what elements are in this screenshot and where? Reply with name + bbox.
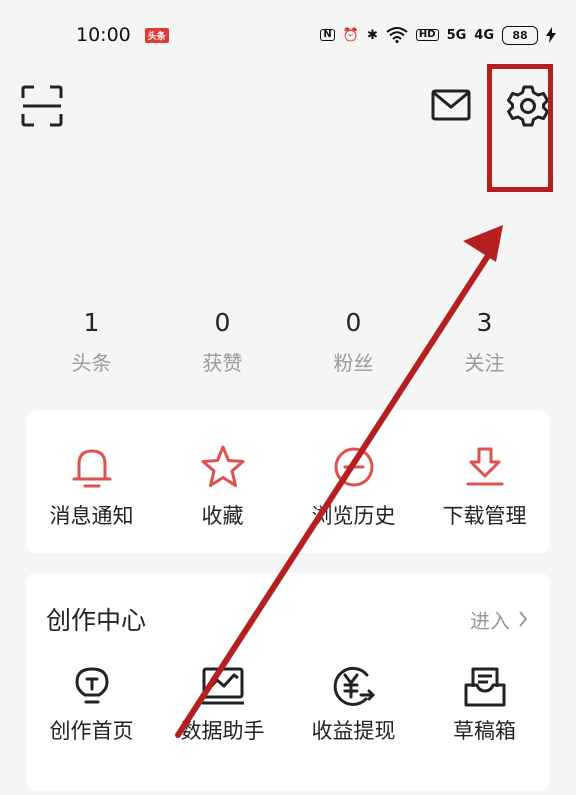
favorites-button[interactable]: 收藏 — [157, 410, 288, 530]
app-badge: 头条 — [144, 27, 169, 43]
downloads-label: 下载管理 — [442, 504, 527, 528]
notifications-button[interactable]: 消息通知 — [26, 410, 157, 530]
scan-button[interactable] — [20, 84, 64, 128]
charging-icon — [546, 27, 556, 43]
status-right: N ⏰ ✱ HD 5G 4G 88 — [320, 25, 556, 45]
download-icon — [466, 447, 503, 486]
4g-signal-icon: 4G — [474, 27, 494, 43]
section-title: 创作中心 — [46, 606, 147, 635]
lightbulb-icon — [74, 667, 109, 704]
chart-icon — [201, 667, 244, 705]
creator-center-header: 创作中心 进入 — [26, 573, 550, 665]
notifications-label: 消息通知 — [49, 504, 134, 528]
stat-following[interactable]: 3 关注 — [419, 305, 550, 376]
favorites-label: 收藏 — [201, 504, 244, 528]
scan-icon — [21, 85, 63, 127]
nfc-icon: N — [320, 29, 335, 41]
message-button[interactable] — [430, 86, 472, 124]
creator-home-label: 创作首页 — [49, 719, 134, 743]
stat-value: 0 — [214, 308, 231, 337]
data-assistant-button[interactable]: 数据助手 — [157, 665, 288, 745]
yuan-coin-icon — [333, 667, 375, 706]
status-bar: 10:00 头条 N ⏰ ✱ HD 5G 4G 88 — [0, 0, 576, 70]
stat-value: 0 — [345, 308, 362, 337]
star-icon — [201, 445, 244, 487]
data-assistant-label: 数据助手 — [180, 719, 265, 743]
chevron-right-icon — [519, 611, 528, 627]
drafts-label: 草稿箱 — [453, 719, 516, 743]
history-icon — [334, 447, 373, 487]
status-time: 10:00 — [76, 24, 131, 46]
history-label: 浏览历史 — [311, 504, 396, 528]
stat-label: 关注 — [464, 351, 505, 375]
alarm-icon: ⏰ — [342, 27, 359, 43]
earnings-withdraw-button[interactable]: 收益提现 — [288, 665, 419, 745]
stat-label: 粉丝 — [333, 351, 374, 375]
hd-icon: HD — [415, 29, 439, 41]
profile-stats: 1 头条 0 获赞 0 粉丝 3 关注 — [26, 305, 550, 376]
wifi-icon — [386, 27, 408, 43]
mail-icon — [431, 89, 471, 121]
creator-home-button[interactable]: 创作首页 — [26, 665, 157, 745]
stat-likes[interactable]: 0 获赞 — [157, 305, 288, 376]
stat-followers[interactable]: 0 粉丝 — [288, 305, 419, 376]
annotation-highlight-box — [487, 64, 553, 192]
earnings-withdraw-label: 收益提现 — [311, 719, 396, 743]
enter-label: 进入 — [470, 608, 510, 633]
stat-posts[interactable]: 1 头条 — [26, 305, 157, 376]
stat-value: 1 — [83, 308, 100, 337]
status-left: 10:00 头条 — [76, 24, 169, 46]
quick-actions-card: 消息通知 收藏 浏览历史 下载管理 — [26, 410, 550, 553]
history-button[interactable]: 浏览历史 — [288, 410, 419, 530]
creator-center-card: 创作中心 进入 创作首页 数据助手 收益提现 草稿箱 — [26, 573, 550, 791]
stat-label: 头条 — [71, 351, 112, 375]
enter-link[interactable]: 进入 — [470, 605, 528, 634]
drafts-box-icon — [464, 667, 505, 707]
battery-icon: 88 — [502, 25, 538, 45]
downloads-button[interactable]: 下载管理 — [419, 410, 550, 530]
stat-label: 获赞 — [202, 351, 243, 375]
bell-icon — [72, 449, 111, 488]
5g-signal-icon: 5G — [446, 27, 467, 43]
stat-value: 3 — [476, 308, 493, 337]
drafts-button[interactable]: 草稿箱 — [419, 665, 550, 745]
bluetooth-icon: ✱ — [366, 27, 378, 43]
